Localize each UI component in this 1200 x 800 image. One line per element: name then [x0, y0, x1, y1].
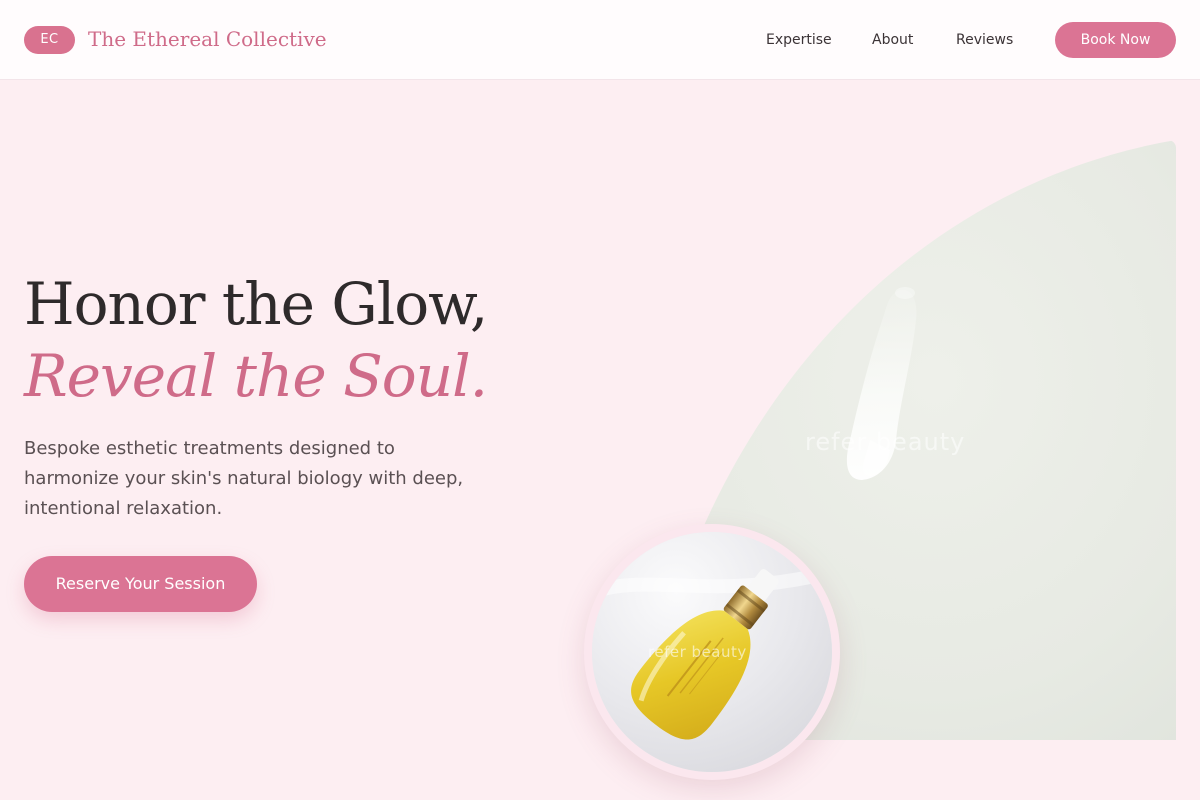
- hero-title-line-2: Reveal the Soul.: [24, 342, 488, 410]
- hero-title-line-1: Honor the Glow,: [24, 270, 488, 338]
- hero-description: Bespoke esthetic treatments designed to …: [24, 438, 464, 519]
- reserve-session-button[interactable]: Reserve Your Session: [24, 556, 257, 612]
- photo-watermark: refer beauty: [805, 428, 966, 456]
- product-watermark: refer beauty: [648, 643, 747, 661]
